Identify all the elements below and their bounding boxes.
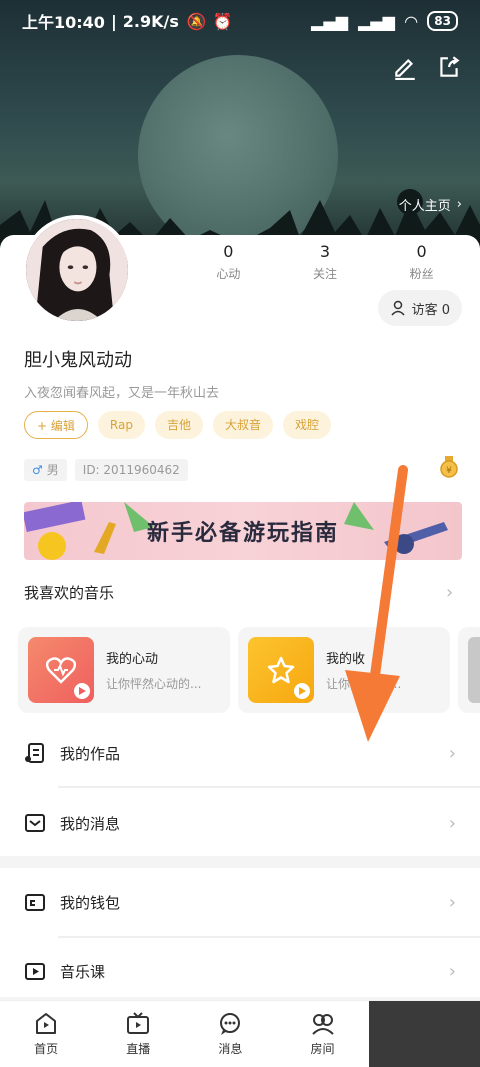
divider (58, 786, 480, 788)
rooms-people-icon (311, 1014, 334, 1035)
profile-stats: 0 心动 3 关注 0 粉丝 (180, 242, 470, 282)
svg-text:¥: ¥ (446, 466, 452, 476)
menu-my-wallet-label: 我的钱包 (60, 893, 121, 912)
music-cards: 我的心动 让你怦然心动的... 我的收 让你独 味的... (18, 627, 480, 713)
nav-dark-area (368, 1001, 480, 1067)
profile-meta: ♂ 男 ID: 2011960462 (24, 459, 188, 481)
star-card-icon (248, 637, 314, 703)
mail-icon (25, 814, 45, 832)
edit-icon[interactable] (392, 54, 418, 80)
menu-my-works-label: 我的作品 (60, 744, 121, 763)
menu-my-works[interactable]: 我的作品 › (0, 723, 480, 783)
music-card-title: 我的收 (326, 652, 366, 667)
works-icon (25, 743, 44, 763)
menu-music-course-label: 音乐课 (60, 962, 106, 981)
menu-my-messages-label: 我的消息 (60, 814, 121, 833)
music-card-title: 我的心动 (106, 652, 159, 667)
signal-icon: ▂▄▆ (311, 11, 349, 31)
gender-chip: ♂ 男 (24, 459, 67, 481)
course-icon (25, 963, 45, 980)
nav-live[interactable]: 直播 (92, 1001, 184, 1067)
play-icon (74, 683, 90, 699)
favorite-music-title: 我喜欢的音乐 (24, 584, 115, 602)
chevron-right-icon[interactable]: › (446, 582, 453, 603)
visitor-label: 访客 0 (411, 302, 450, 318)
music-card-collection[interactable]: 我的收 让你独 味的... (238, 627, 450, 713)
banner-title: 新手必备游玩指南 (146, 521, 339, 546)
star-icon (267, 656, 295, 684)
heart-icon (46, 657, 76, 684)
alarm-icon: ⏰ (212, 11, 233, 31)
music-card-favorites[interactable]: 我的心动 让你怦然心动的... (18, 627, 230, 713)
heart-card-icon (28, 637, 94, 703)
menu-music-course[interactable]: 音乐课 › (0, 941, 480, 1001)
edit-tags-button[interactable]: + 编辑 (24, 411, 88, 439)
tag-guitar[interactable]: 吉他 (154, 411, 203, 439)
username: 胆小鬼风动动 (24, 350, 132, 371)
stat-likes-label: 心动 (216, 267, 241, 281)
nav-messages[interactable]: 消息 (184, 1001, 276, 1067)
status-bar: 上午10:40 | 2.9K/s 🔕 ⏰ ▂▄▆ ▂▄▆ ◠ 83 (0, 0, 480, 42)
chevron-right-icon: › (456, 197, 462, 212)
music-card-peek[interactable] (458, 627, 480, 713)
menu-my-messages[interactable]: 我的消息 › (0, 793, 480, 853)
tag-opera-voice[interactable]: 戏腔 (282, 411, 331, 439)
nav-home[interactable]: 首页 (0, 1001, 92, 1067)
wallet-icon (25, 894, 45, 911)
chevron-right-icon: › (448, 742, 456, 764)
visitor-icon (391, 300, 405, 316)
visitor-button[interactable]: 访客 0 (377, 290, 462, 326)
stat-fans-count: 0 (416, 242, 427, 261)
plus-icon: + (37, 419, 51, 433)
live-tv-icon (127, 1012, 150, 1034)
battery-indicator: 83 (427, 11, 458, 31)
stat-following[interactable]: 3 关注 (285, 242, 365, 282)
music-card-subtitle: 让你怦然心动的... (106, 677, 202, 691)
male-icon: ♂ (32, 463, 43, 477)
home-icon (36, 1013, 57, 1034)
network-speed: 2.9K/s (122, 11, 179, 31)
stat-fans-label: 粉丝 (409, 267, 434, 281)
tag-list: + 编辑 Rap 吉他 大叔音 戏腔 (24, 411, 331, 439)
stat-likes[interactable]: 0 心动 (188, 242, 268, 282)
chevron-right-icon: › (448, 960, 456, 982)
mute-icon: 🔕 (186, 11, 207, 31)
tag-rap[interactable]: Rap (97, 411, 145, 439)
nav-messages-label: 消息 (218, 1042, 243, 1056)
menu-my-wallet[interactable]: 我的钱包 › (0, 872, 480, 932)
wifi-icon: ◠ (404, 11, 418, 31)
stat-following-count: 3 (319, 242, 331, 261)
status-time: 上午10:40 (22, 13, 105, 32)
nav-rooms-label: 房间 (310, 1042, 335, 1056)
nav-home-label: 首页 (34, 1042, 59, 1056)
personal-homepage-link[interactable]: 个人主页 › (399, 195, 462, 214)
nav-rooms[interactable]: 房间 (276, 1001, 368, 1067)
chevron-right-icon: › (448, 891, 456, 913)
stat-likes-count: 0 (223, 242, 234, 261)
gender-label: 男 (46, 463, 59, 477)
chat-bubble-icon (220, 1013, 241, 1035)
tag-uncle-voice[interactable]: 大叔音 (212, 411, 273, 439)
section-gap (0, 856, 480, 868)
stat-fans[interactable]: 0 粉丝 (382, 242, 462, 282)
beginner-guide-banner[interactable]: 新手必备游玩指南 (24, 502, 462, 560)
homepage-link-label: 个人主页 (398, 199, 451, 214)
stat-following-label: 关注 (312, 267, 337, 281)
nav-live-label: 直播 (126, 1042, 151, 1056)
signal2-icon: ▂▄▆ (358, 11, 395, 31)
chevron-right-icon: › (448, 812, 456, 834)
bottom-nav: 首页 直播 消息 房间 (0, 1000, 480, 1067)
edit-label: 编辑 (50, 419, 75, 433)
user-id-chip[interactable]: ID: 2011960462 (74, 459, 188, 481)
share-icon[interactable] (436, 54, 462, 80)
music-card-subtitle: 让你独 味的... (326, 677, 402, 691)
divider (58, 936, 480, 938)
bio: 入夜忽闻春风起，又是一年秋山去 (24, 386, 220, 401)
medal-icon[interactable]: ¥ (440, 456, 458, 478)
play-icon (294, 683, 310, 699)
avatar[interactable] (22, 215, 132, 325)
